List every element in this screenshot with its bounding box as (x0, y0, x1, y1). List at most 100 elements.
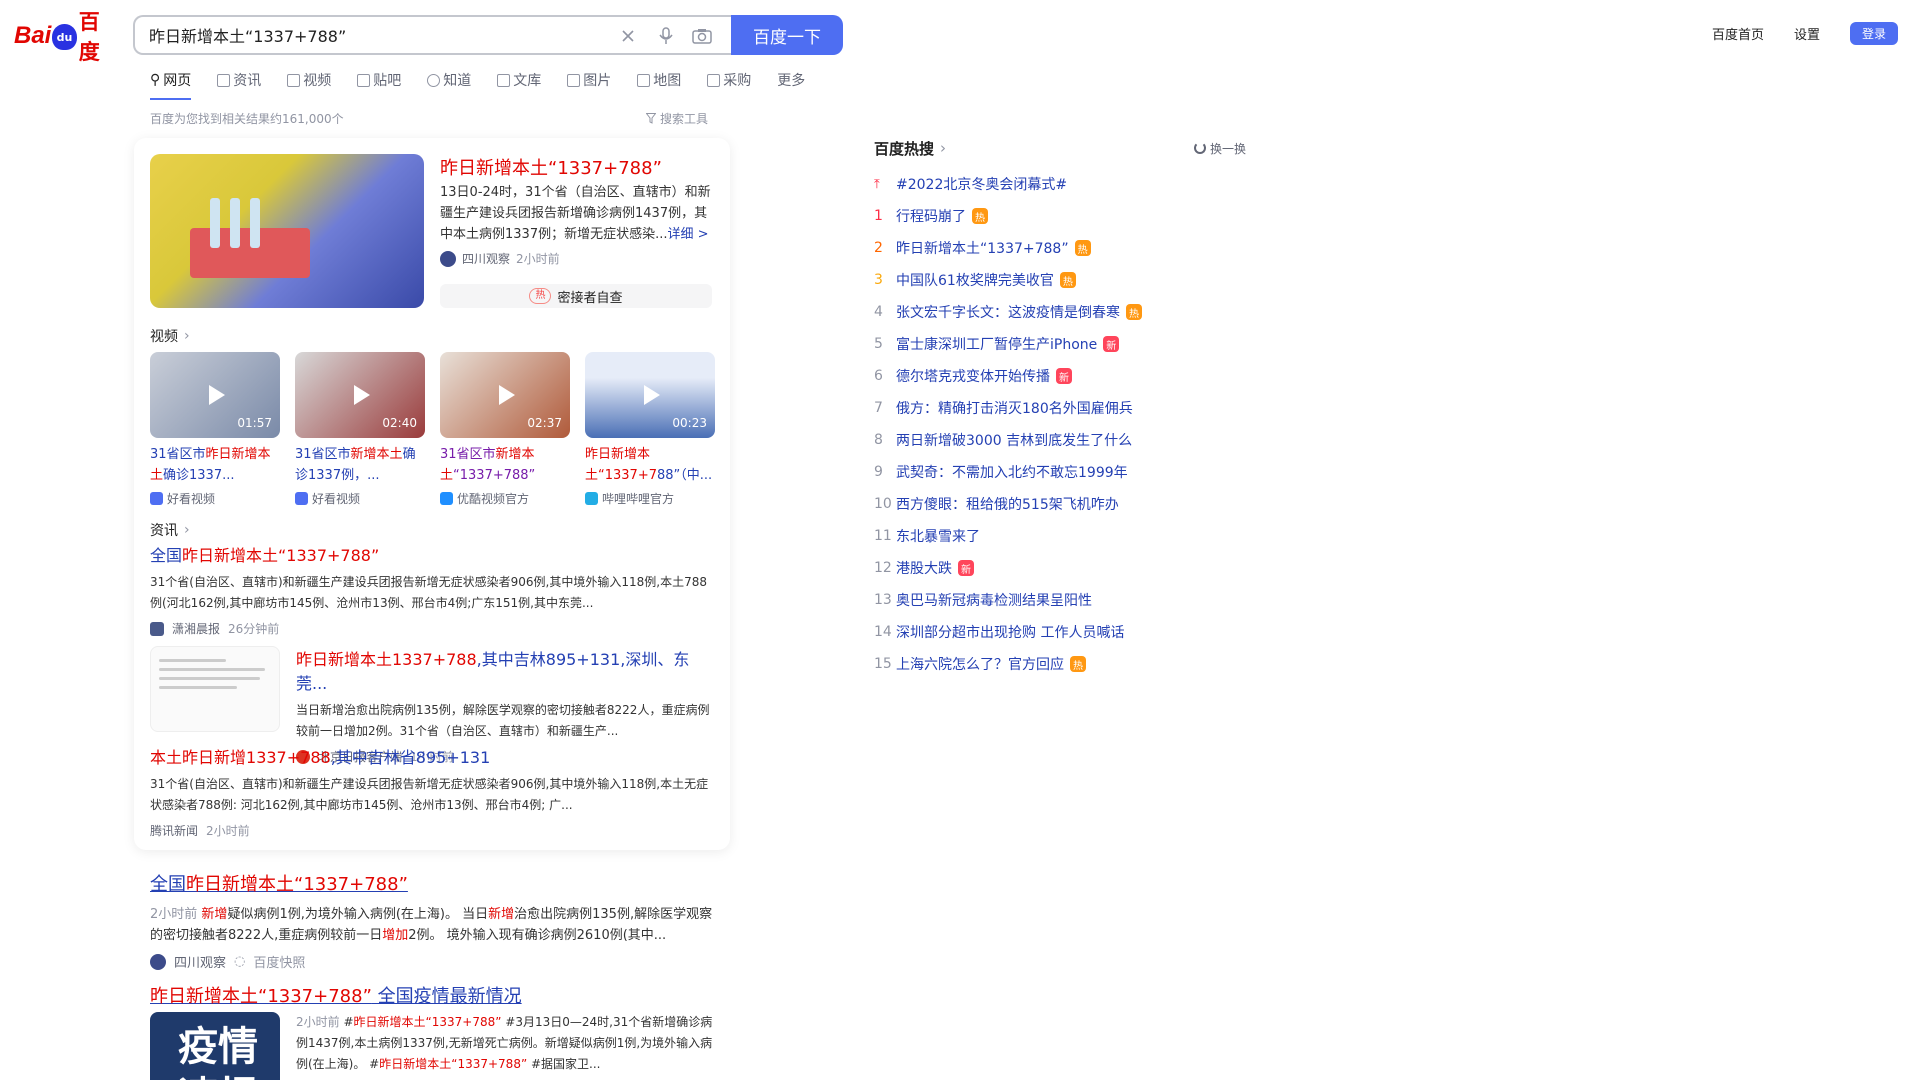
tab-images[interactable]: 图片 (567, 68, 611, 92)
video-source: 好看视频 (295, 490, 425, 507)
video-source-name: 优酷视频官方 (457, 492, 530, 506)
news-title-link[interactable]: 全国昨日新增本土“1337+788” (150, 546, 379, 565)
hot-item[interactable]: 13 奥巴马新冠病毒检测结果呈阳性 (874, 584, 1246, 616)
tab-web[interactable]: ⚲ 网页 (150, 68, 192, 100)
hot-item[interactable]: 7 俄方：精确打击消灭180名外国雇佣兵 (874, 392, 1246, 424)
news-source-name: 潇湘晨报 (172, 622, 221, 636)
news-source: 腾讯新闻 2小时前 (150, 822, 714, 839)
hero-summary: 13日0-24时，31个省（自治区、直辖市）和新疆生产建设兵团报告新增确诊病例1… (440, 182, 712, 245)
result-title-link[interactable]: 全国昨日新增本土“1337+788” (150, 874, 408, 895)
result-body: 2小时前 新增疑似病例1例,为境外输入病例(在上海)。 当日新增治愈出院病例13… (150, 904, 716, 946)
video-title[interactable]: 昨日新增本土“1337+788”（中... (585, 444, 715, 486)
news-title-highlight: 本土 (150, 748, 183, 767)
result-title-link[interactable]: 昨日新增本土“1337+788” 全国疫情最新情况 (150, 986, 522, 1007)
video-card[interactable]: 02:40 31省区市新增本土确诊1337例，... 好看视频 (295, 352, 425, 507)
hero-title-link[interactable]: 昨日新增本土“1337+788” (440, 154, 662, 180)
hot-badge: 热 (972, 208, 988, 224)
hot-tag-bar[interactable]: 热 密接者自查 (440, 284, 712, 308)
hot-item[interactable]: 9 武契奇：不需加入北约不敢忘1999年 (874, 456, 1246, 488)
news-title-link[interactable]: 本土昨日新增1337+788,其中吉林省895+131 (150, 748, 490, 767)
hot-item[interactable]: ⤒ #2022北京冬奥会闭幕式# (874, 168, 1246, 200)
hot-search-title[interactable]: 百度热搜 › (874, 138, 946, 159)
tab-video[interactable]: 视频 (287, 68, 331, 92)
hot-item[interactable]: 3 中国队61枚奖牌完美收官热 (874, 264, 1246, 296)
result-highlight: 新增 (201, 907, 228, 922)
baidu-home-link[interactable]: 百度首页 (1712, 24, 1764, 43)
hot-item[interactable]: 6 德尔塔克戎变体开始传播新 (874, 360, 1246, 392)
video-card[interactable]: 01:57 31省区市昨日新增本土确诊1337... 好看视频 (150, 352, 280, 507)
document-icon (497, 73, 511, 87)
hero-more-link[interactable]: 详细 > (667, 227, 708, 242)
tab-label: 视频 (303, 73, 332, 89)
hot-rank: 2 (874, 240, 883, 256)
search-tools-button[interactable]: 搜索工具 (646, 110, 708, 127)
hot-item[interactable]: 11 东北暴雪来了 (874, 520, 1246, 552)
hot-item[interactable]: 15 上海六院怎么了？官方回应热 (874, 648, 1246, 680)
video-card[interactable]: 02:37 31省区市新增本土“1337+788” 优酷视频官方 (440, 352, 570, 507)
new-badge: 新 (1103, 336, 1120, 352)
hot-rank: 13 (874, 592, 892, 608)
search-input[interactable] (149, 25, 589, 45)
hot-item-text: 两日新增破3000 吉林到底发生了什么 (896, 433, 1133, 449)
tab-news[interactable]: 资讯 (217, 68, 261, 92)
tab-tieba[interactable]: 贴吧 (357, 68, 401, 92)
camera-icon[interactable] (691, 25, 713, 47)
hot-item[interactable]: 12 港股大跌新 (874, 552, 1246, 584)
video-source: 哔哩哔哩官方 (585, 490, 715, 507)
hot-item[interactable]: 4 张文宏千字长文：这波疫情是倒春寒热 (874, 296, 1246, 328)
hot-item[interactable]: 10 西方傻眼：租给俄的515架飞机咋办 (874, 488, 1246, 520)
result-time: 2小时前 (150, 907, 198, 922)
filter-icon (646, 113, 656, 124)
video-title-text: 88”（中... (656, 468, 713, 483)
snapshot-link[interactable]: 百度快照 (253, 952, 305, 971)
video-title[interactable]: 31省区市新增本土“1337+788” (440, 444, 570, 486)
hot-item[interactable]: 1 行程码崩了热 (874, 200, 1246, 232)
news-section-header[interactable]: 资讯 › (150, 520, 190, 540)
video-thumbnail[interactable]: 02:37 (440, 352, 570, 438)
hot-item-text: 德尔塔克戎变体开始传播 (896, 369, 1050, 385)
result-highlight: 昨日新增本土“1337+788” (353, 1015, 502, 1029)
video-thumbnail[interactable]: 02:40 (295, 352, 425, 438)
tab-map[interactable]: 地图 (637, 68, 681, 92)
hot-item[interactable]: 2 昨日新增本土“1337+788” 热 (874, 232, 1246, 264)
pin-top-icon: ⤒ (874, 176, 880, 192)
login-button[interactable]: 登录 (1849, 22, 1898, 45)
hot-item-text: 张文宏千字长文：这波疫情是倒春寒 (896, 305, 1120, 321)
result-source-name[interactable]: 四川观察 (174, 952, 226, 971)
news-title-link[interactable]: 昨日新增本土1337+788,其中吉林895+131,深圳、东莞... (296, 650, 689, 693)
video-title[interactable]: 31省区市昨日新增本土确诊1337... (150, 444, 280, 486)
news-title-text: 全国 (150, 546, 183, 565)
video-title[interactable]: 31省区市新增本土确诊1337例，... (295, 444, 425, 486)
news-title-highlight: 昨日新增本土1337+788 (296, 650, 477, 669)
search-button[interactable]: 百度一下 (731, 15, 843, 55)
tab-more[interactable]: 更多 (777, 68, 805, 92)
video-title-highlight: 新增本土 (350, 447, 403, 462)
tab-purchase[interactable]: 采购 (707, 68, 751, 92)
hot-item[interactable]: 8 两日新增破3000 吉林到底发生了什么 (874, 424, 1246, 456)
video-row: 01:57 31省区市昨日新增本土确诊1337... 好看视频 02:40 31… (150, 352, 715, 507)
tab-wenku[interactable]: 文库 (497, 68, 541, 92)
hot-rank: 9 (874, 464, 883, 480)
news-thumbnail[interactable] (150, 646, 280, 732)
videos-section-header[interactable]: 视频 › (150, 326, 190, 346)
hot-item[interactable]: 14 深圳部分超市出现抢购 工作人员喊话 (874, 616, 1246, 648)
video-thumbnail[interactable]: 01:57 (150, 352, 280, 438)
tab-label: 网页 (163, 73, 192, 89)
haokan-icon (295, 492, 308, 505)
thumb-line (159, 677, 260, 680)
microphone-icon[interactable] (655, 25, 677, 47)
video-thumbnail[interactable]: 00:23 (585, 352, 715, 438)
settings-link[interactable]: 设置 (1794, 24, 1820, 43)
tab-zhidao[interactable]: 知道 (427, 68, 471, 92)
map-icon (637, 73, 651, 87)
clear-icon[interactable] (617, 25, 639, 47)
result-thumbnail[interactable]: 疫情速报 (150, 1012, 280, 1080)
hero-source-name[interactable]: 四川观察 (462, 250, 510, 267)
refresh-button[interactable]: 换一换 (1193, 140, 1246, 157)
news-body: 当日新增治愈出院病例135例，解除医学观察的密切接触者8222人，重症病例较前一… (296, 703, 710, 738)
baidu-logo[interactable]: Bai du 百度 (14, 10, 118, 64)
video-card[interactable]: 00:23 昨日新增本土“1337+788”（中... 哔哩哔哩官方 (585, 352, 715, 507)
hot-item[interactable]: 5 富士康深圳工厂暂停生产iPhone 新 (874, 328, 1246, 360)
hero-image[interactable] (150, 154, 424, 308)
result-title-highlight: 昨日新增本土“1337+788” (186, 874, 408, 895)
